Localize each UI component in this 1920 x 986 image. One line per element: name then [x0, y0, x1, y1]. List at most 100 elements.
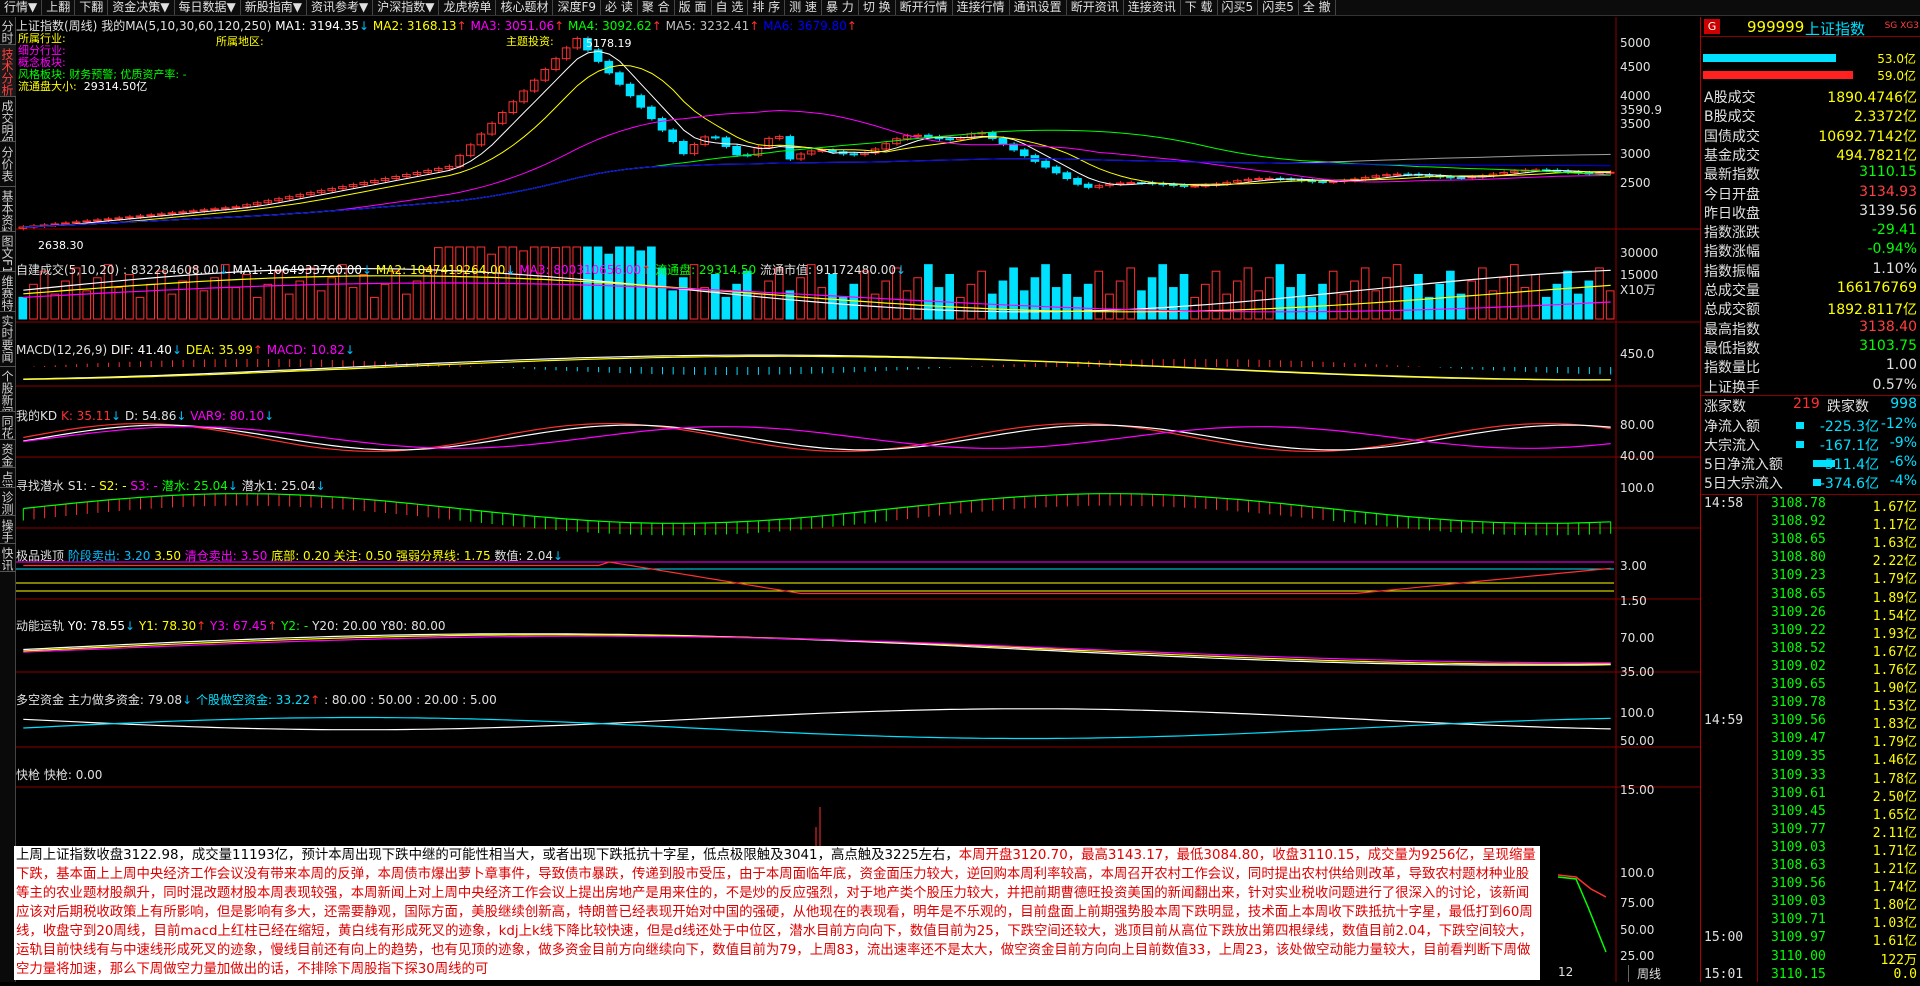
menu-item[interactable]: 闪买5	[1218, 0, 1259, 15]
menu-item[interactable]: 测 速	[785, 0, 822, 15]
menu-item[interactable]: 必 读	[601, 0, 638, 15]
menu-item[interactable]: 下 载	[1181, 0, 1218, 15]
left-tab[interactable]: 技术分析	[0, 45, 16, 97]
volume-bar	[764, 280, 773, 320]
volume-bar	[178, 280, 187, 320]
quote-row: 总成交量 166176769	[1701, 280, 1920, 299]
menu-item[interactable]: 切 换	[859, 0, 896, 15]
candle-body	[998, 137, 1008, 145]
ma1-value: MA1: 3194.35	[275, 19, 359, 33]
menu-item[interactable]: 深度F9	[553, 0, 602, 15]
left-tab[interactable]: 快讯	[0, 544, 16, 572]
axis-label: 100.0	[1620, 866, 1654, 880]
candle-body	[476, 133, 486, 146]
tick-volume: 1.65亿	[1872, 807, 1917, 823]
tick-price: 3108.65	[1771, 532, 1826, 548]
volume-bar	[753, 293, 763, 320]
left-tab[interactable]: 资金	[0, 440, 16, 468]
menu-item[interactable]: 沪深指数▼	[373, 0, 440, 15]
chart-canvas: 5000 4500 40003590.93500 3000 2500 30000 15000…	[16, 17, 1700, 982]
volume-bar	[1403, 287, 1413, 320]
left-tab[interactable]: 个股新闻	[0, 367, 16, 412]
volume-bar	[146, 283, 155, 320]
index-name: 上证指数(周线)	[16, 19, 98, 33]
tick-price: 3109.65	[1771, 677, 1826, 692]
ma6-line	[23, 158, 1611, 228]
menu-item[interactable]: 下翻	[75, 0, 109, 15]
left-tab[interactable]: 诊测	[0, 488, 16, 516]
menu-item[interactable]: 资金决策▼	[108, 0, 175, 15]
left-tab[interactable]: 同花	[0, 412, 16, 440]
menu-item[interactable]: 每日数据▼	[175, 0, 241, 15]
menu-item[interactable]: 断开资讯	[1067, 0, 1124, 15]
left-tab[interactable]: 实时要闻	[0, 312, 16, 367]
candle-body	[913, 134, 923, 137]
menu-item[interactable]: 闪卖5	[1258, 0, 1299, 15]
menu-item[interactable]: 暴 力	[822, 0, 859, 15]
left-tab[interactable]: 成交明细	[0, 97, 16, 142]
left-tab[interactable]: 操手	[0, 516, 16, 544]
chart-area[interactable]: 5000 4500 4000 3590.9 3500 3000 2500 30000 15000…	[16, 17, 1700, 982]
menu-item[interactable]: 连接行情	[953, 0, 1010, 15]
menu-item[interactable]: 自 选	[712, 0, 749, 15]
menu-item[interactable]: 行情▼	[0, 0, 43, 15]
left-tab[interactable]: 维赛特	[0, 272, 16, 312]
menu-item[interactable]: 上翻	[42, 0, 76, 15]
quote-value: 3138.40	[1859, 318, 1917, 335]
dea-line	[23, 355, 1611, 381]
y0-line	[23, 633, 1611, 666]
candle-body	[636, 95, 646, 108]
tick-row: 3109.77 2.11亿	[1701, 822, 1920, 841]
candle-body	[1019, 149, 1029, 157]
d-line	[23, 424, 1611, 451]
flow-value: -225.3亿	[1819, 419, 1879, 435]
volume-bar	[1435, 283, 1445, 320]
quote-value: 494.7821亿	[1836, 147, 1917, 164]
quote-panel: G 999999 上证指数 SG XG3 53.0亿 59.0亿 A股成交 189…	[1700, 17, 1920, 982]
axis-label: 2500	[1620, 176, 1651, 190]
tick-volume: 1.53亿	[1872, 699, 1917, 715]
quote-label: 最新指数	[1704, 167, 1760, 184]
quote-row: 总成交额 1892.8117亿	[1701, 299, 1920, 318]
tick-price: 3109.03	[1771, 894, 1826, 910]
candle-body	[1328, 180, 1338, 183]
volume-bar	[156, 270, 166, 320]
menu-item[interactable]: 全 撤	[1299, 0, 1336, 15]
left-tab[interactable]: 分时走势	[0, 17, 16, 45]
quote-value: 1.10%	[1872, 260, 1917, 277]
volume-bar	[828, 273, 837, 320]
quote-row: 基金成交 494.7821亿	[1701, 145, 1920, 164]
quote-value: -0.94%	[1867, 241, 1917, 258]
volume-bar	[1275, 264, 1285, 320]
volume-title: 自建成交(5,10,20) : 832284608.00↓ MA1: 10649…	[16, 263, 907, 277]
menu-item[interactable]: 断开行情	[896, 0, 953, 15]
left-tab[interactable]: 图文F10	[0, 232, 16, 272]
volume-bar	[1254, 290, 1263, 320]
menu-item[interactable]: 连接资讯	[1124, 0, 1181, 15]
menu-item[interactable]: 聚 合	[638, 0, 675, 15]
volume-bar	[529, 246, 539, 320]
tick-row: 3109.26 1.54亿	[1701, 605, 1920, 624]
flow-label: 大宗流入	[1704, 438, 1760, 454]
tick-row: 3108.80 2.22亿	[1701, 550, 1920, 569]
axis-label: 70.00	[1620, 631, 1654, 645]
axis-label: 15000	[1620, 268, 1658, 282]
quote-row: 指数涨幅 -0.94%	[1701, 241, 1920, 260]
menu-item[interactable]: 新股指南▼	[241, 0, 307, 15]
period-tab[interactable]: 周线	[1628, 965, 1661, 982]
tick-price: 3109.26	[1771, 604, 1826, 620]
volume-bar	[998, 280, 1008, 320]
menu-item[interactable]: 排 序	[748, 0, 786, 15]
ma4-value: MA4: 3092.62	[568, 19, 652, 33]
menu-item[interactable]: 核心题材	[496, 0, 554, 15]
menu-item[interactable]: 通讯设置	[1010, 0, 1067, 15]
left-tab[interactable]: 点评	[0, 468, 16, 488]
left-tab[interactable]: 基本资料	[0, 187, 16, 232]
menu-item[interactable]: 龙虎榜单	[439, 0, 497, 15]
flow-value: -511.4亿	[1819, 457, 1879, 473]
menu-item[interactable]: 资讯参考▼	[307, 0, 374, 15]
var9-line	[23, 426, 1611, 449]
tick-volume: 1.93亿	[1872, 626, 1917, 642]
menu-item[interactable]: 版 面	[675, 0, 712, 15]
left-tab[interactable]: 分价表	[0, 142, 16, 187]
